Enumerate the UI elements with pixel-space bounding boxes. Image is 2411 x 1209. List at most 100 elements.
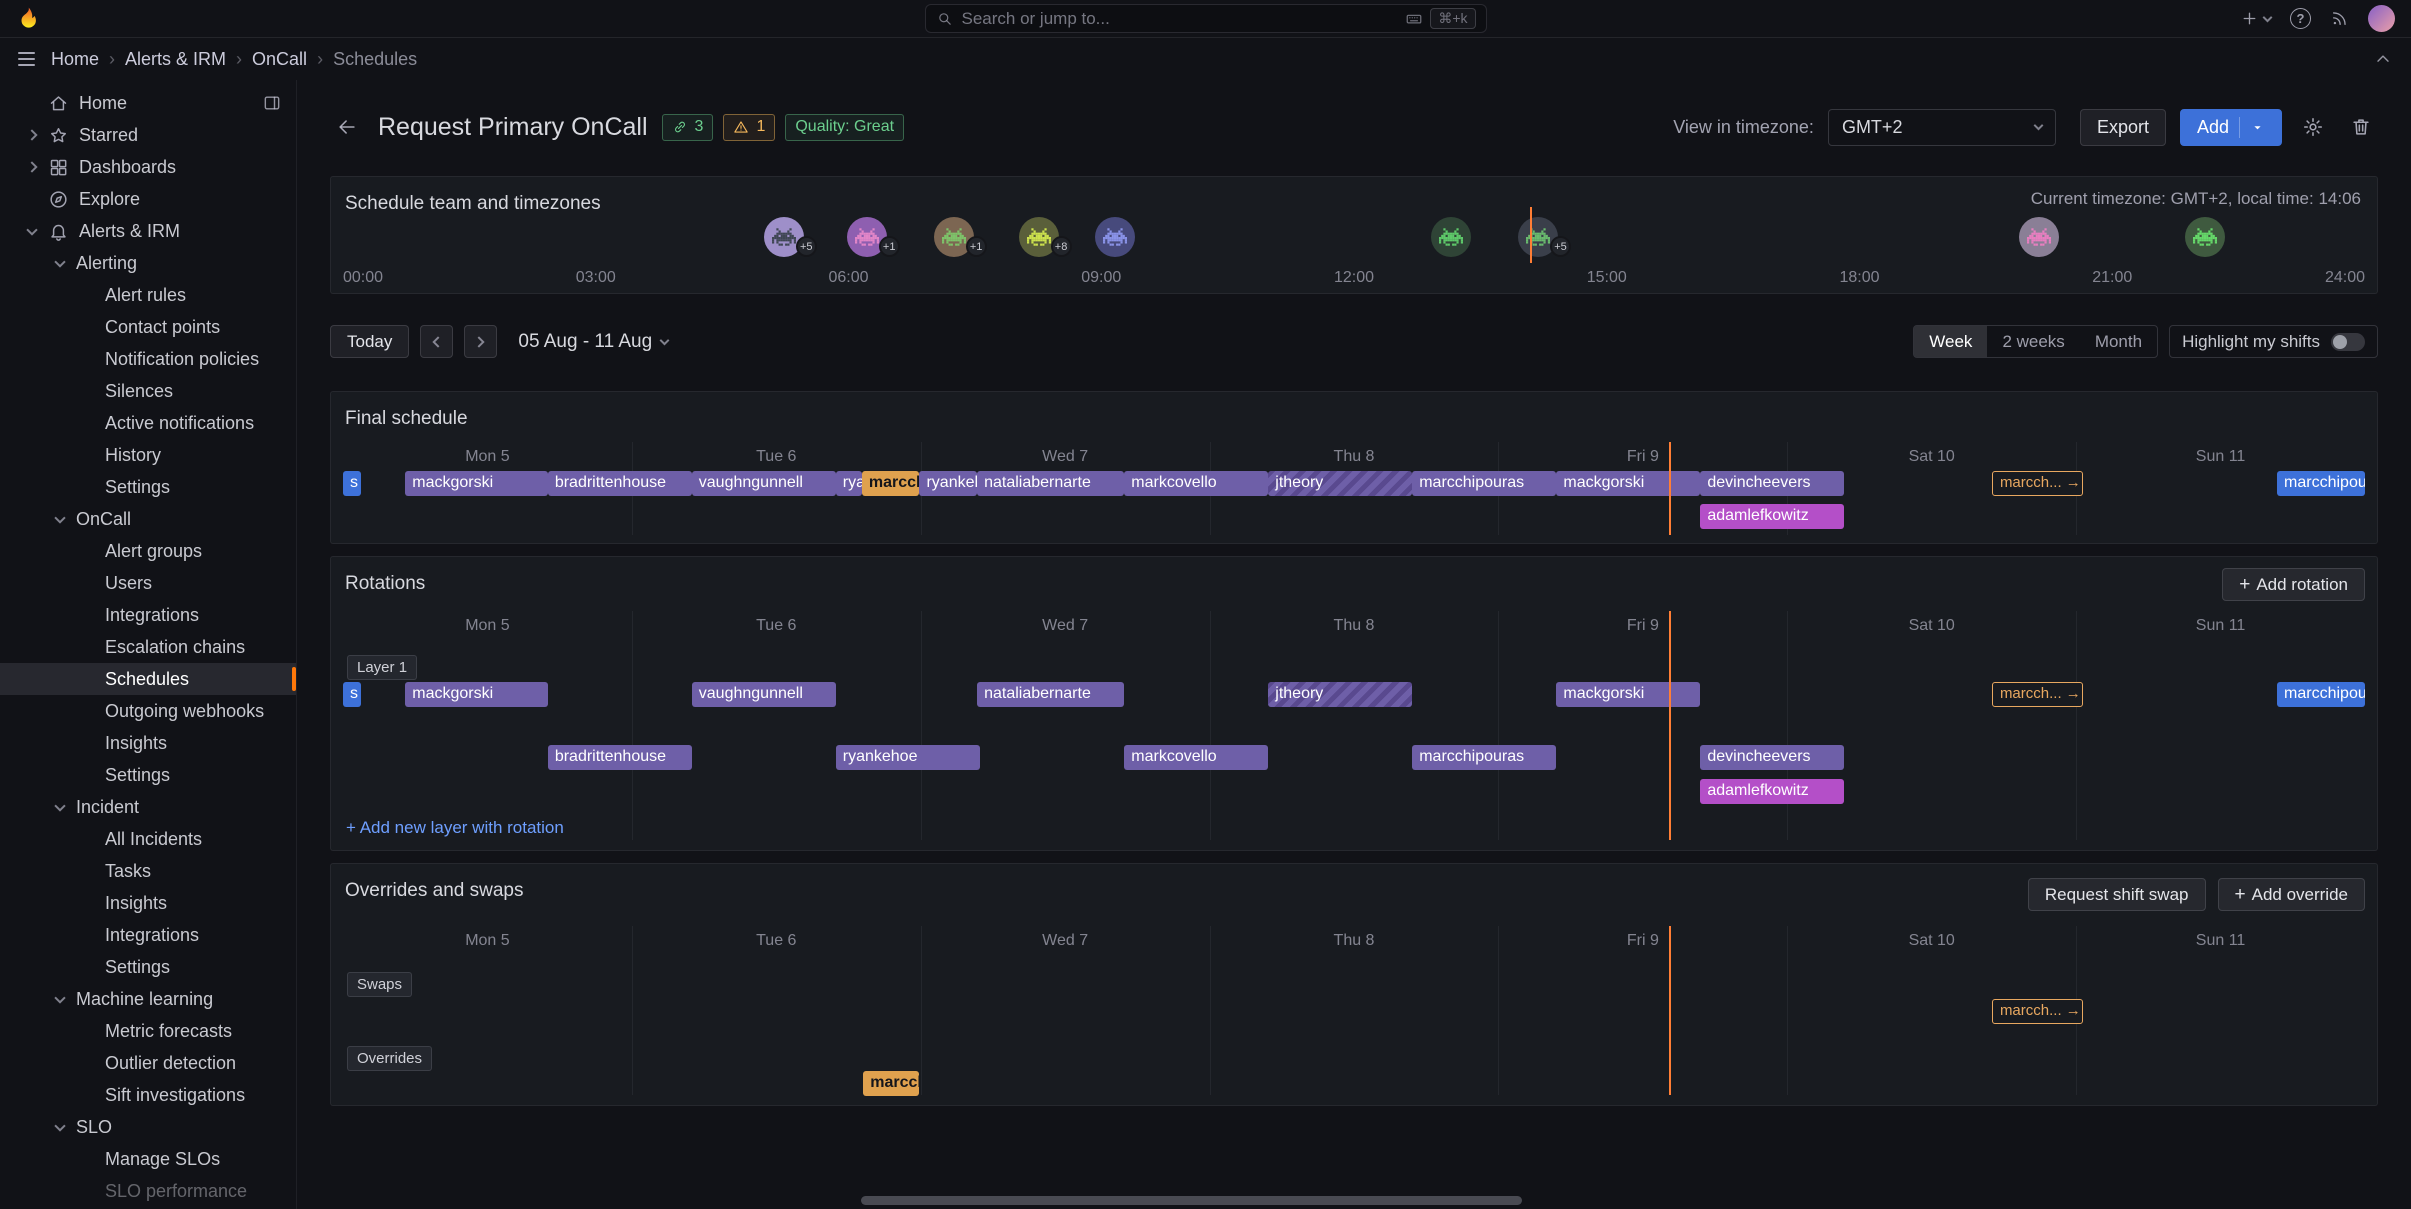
horizontal-scrollbar[interactable]	[861, 1196, 1522, 1205]
shift-bar-adamlefkowitz[interactable]: adamlefkowitz	[1700, 504, 1844, 529]
add-button[interactable]: Add	[2180, 109, 2282, 146]
user-avatar[interactable]	[2368, 5, 2395, 32]
shift-bar-mackgorski[interactable]: mackgorski	[1556, 682, 1700, 707]
shift-swap-badge-marcch[interactable]: marcch... → ?	[1992, 471, 2083, 496]
timezone-select[interactable]: GMT+2	[1828, 109, 2056, 146]
sidebar-item-manage-slos[interactable]: Manage SLOs	[0, 1143, 296, 1175]
shift-bar-nataliabernarte[interactable]: nataliabernarte	[977, 471, 1124, 496]
sidebar-item-integrations[interactable]: Integrations	[0, 919, 296, 951]
shift-bar-adamlefkowitz[interactable]: adamlefkowitz	[1700, 779, 1844, 804]
help-icon[interactable]: ?	[2290, 8, 2311, 29]
new-menu-button[interactable]	[2240, 9, 2271, 28]
sidebar-item-insights[interactable]: Insights	[0, 727, 296, 759]
view-option-week[interactable]: Week	[1914, 326, 1987, 357]
sidebar-item-integrations[interactable]: Integrations	[0, 599, 296, 631]
shift-bar-markcovello[interactable]: markcovello	[1124, 745, 1268, 770]
export-button[interactable]: Export	[2080, 109, 2166, 146]
shift-bar-vaughngunnell[interactable]: vaughngunnell	[692, 471, 836, 496]
shift-bar-devincheevers[interactable]: devincheevers	[1700, 745, 1844, 770]
delete-trash-icon[interactable]	[2344, 110, 2378, 144]
sidebar-item-oncall[interactable]: OnCall	[0, 503, 296, 535]
shift-bar-bradrittenhouse[interactable]: bradrittenhouse	[548, 471, 692, 496]
chevron-up-icon[interactable]	[2373, 49, 2393, 69]
sidebar-item-users[interactable]: Users	[0, 567, 296, 599]
shift-bar-marcchipoura[interactable]: marcchipoura	[2277, 682, 2365, 707]
sidebar-item-machine-learning[interactable]: Machine learning	[0, 983, 296, 1015]
shift-bar-ryankehoe[interactable]: ryankehoe	[836, 745, 980, 770]
shift-bar-marcchip[interactable]: marcchip	[862, 471, 920, 496]
sidebar-item-insights[interactable]: Insights	[0, 887, 296, 919]
dock-menu-icon[interactable]	[262, 93, 282, 113]
sidebar-item-slo-performance[interactable]: SLO performance	[0, 1175, 296, 1207]
sidebar-item-settings[interactable]: Settings	[0, 471, 296, 503]
today-button[interactable]: Today	[330, 325, 409, 358]
sidebar-item-notification-policies[interactable]: Notification policies	[0, 343, 296, 375]
sidebar-item-active-notifications[interactable]: Active notifications	[0, 407, 296, 439]
shift-bar-marcchipouras[interactable]: marcchipouras	[1412, 471, 1556, 496]
settings-gear-icon[interactable]	[2296, 110, 2330, 144]
prev-week-button[interactable]	[420, 325, 453, 358]
add-rotation-button[interactable]: + Add rotation	[2222, 568, 2365, 601]
shift-swap-badge-marcch[interactable]: marcch... → ?	[1992, 999, 2083, 1024]
shift-bar-markcovello[interactable]: markcovello	[1124, 471, 1268, 496]
request-shift-swap-button[interactable]: Request shift swap	[2028, 878, 2206, 911]
shift-bar-nataliabernarte[interactable]: nataliabernarte	[977, 682, 1124, 707]
sidebar-item-metric-forecasts[interactable]: Metric forecasts	[0, 1015, 296, 1047]
sidebar-item-alerting[interactable]: Alerting	[0, 247, 296, 279]
sidebar-item-sift-investigations[interactable]: Sift investigations	[0, 1079, 296, 1111]
grafana-logo[interactable]	[16, 6, 41, 31]
news-rss-icon[interactable]	[2330, 9, 2349, 28]
sidebar-item-silences[interactable]: Silences	[0, 375, 296, 407]
sidebar-item-slo[interactable]: SLO	[0, 1111, 296, 1143]
shift-bar-vaughngunnell[interactable]: vaughngunnell	[692, 682, 836, 707]
sidebar-item-escalation-chains[interactable]: Escalation chains	[0, 631, 296, 663]
shift-bar-marcchip[interactable]: marcchip	[863, 1071, 919, 1096]
shift-bar-marcchipoura[interactable]: marcchipoura	[2277, 471, 2365, 496]
sidebar-item-contact-points[interactable]: Contact points	[0, 311, 296, 343]
sidebar-item-schedules[interactable]: Schedules	[0, 663, 296, 695]
shift-bar-mackgorski[interactable]: mackgorski	[1556, 471, 1700, 496]
view-option-month[interactable]: Month	[2080, 326, 2157, 357]
sidebar-item-alert-rules[interactable]: Alert rules	[0, 279, 296, 311]
sidebar-item-dashboards[interactable]: Dashboards	[0, 151, 296, 183]
shift-bar-mackgorski[interactable]: mackgorski	[405, 682, 548, 707]
highlight-toggle[interactable]	[2331, 333, 2365, 351]
shift-bar-s[interactable]: s	[343, 682, 361, 707]
sidebar-item-all-incidents[interactable]: All Incidents	[0, 823, 296, 855]
shift-bar-jtheory[interactable]: jtheory	[1268, 471, 1412, 496]
shift-swap-badge-marcch[interactable]: marcch... → ?	[1992, 682, 2083, 707]
sidebar-item-alerts-irm[interactable]: Alerts & IRM	[0, 215, 296, 247]
chevron-down-icon	[26, 224, 37, 235]
shift-bar-jtheory[interactable]: jtheory	[1268, 682, 1412, 707]
date-range[interactable]: 05 Aug - 11 Aug	[518, 331, 668, 353]
shift-bar-mackgorski[interactable]: mackgorski	[405, 471, 548, 496]
breadcrumb-alerts-irm[interactable]: Alerts & IRM	[125, 49, 226, 70]
sidebar-item-alert-groups[interactable]: Alert groups	[0, 535, 296, 567]
sidebar-item-settings[interactable]: Settings	[0, 759, 296, 791]
breadcrumb-oncall[interactable]: OnCall	[252, 49, 307, 70]
view-option-2-weeks[interactable]: 2 weeks	[1987, 326, 2079, 357]
sidebar-item-starred[interactable]: Starred	[0, 119, 296, 151]
add-layer-link[interactable]: + Add new layer with rotation	[346, 818, 564, 838]
back-button[interactable]	[330, 110, 364, 144]
sidebar-item-history[interactable]: History	[0, 439, 296, 471]
sidebar-item-tasks[interactable]: Tasks	[0, 855, 296, 887]
shift-bar-marcchipouras[interactable]: marcchipouras	[1412, 745, 1556, 770]
sidebar-item-home[interactable]: Home	[0, 87, 296, 119]
shift-bar-s[interactable]: s	[343, 471, 361, 496]
breadcrumb-bar: Home›Alerts & IRM›OnCall›Schedules	[0, 38, 2411, 80]
search-input[interactable]: Search or jump to... ⌘+k	[925, 4, 1487, 33]
shift-bar-bradrittenhouse[interactable]: bradrittenhouse	[548, 745, 692, 770]
sidebar-item-explore[interactable]: Explore	[0, 183, 296, 215]
add-override-button[interactable]: + Add override	[2218, 878, 2366, 911]
next-week-button[interactable]	[464, 325, 497, 358]
sidebar-item-incident[interactable]: Incident	[0, 791, 296, 823]
menu-toggle-icon[interactable]	[18, 52, 35, 66]
shift-bar-rya[interactable]: rya	[836, 471, 862, 496]
sidebar-item-outgoing-webhooks[interactable]: Outgoing webhooks	[0, 695, 296, 727]
shift-bar-ryankeho[interactable]: ryankeho	[919, 471, 977, 496]
breadcrumb-home[interactable]: Home	[51, 49, 99, 70]
shift-bar-devincheevers[interactable]: devincheevers	[1700, 471, 1844, 496]
sidebar-item-outlier-detection[interactable]: Outlier detection	[0, 1047, 296, 1079]
sidebar-item-settings[interactable]: Settings	[0, 951, 296, 983]
